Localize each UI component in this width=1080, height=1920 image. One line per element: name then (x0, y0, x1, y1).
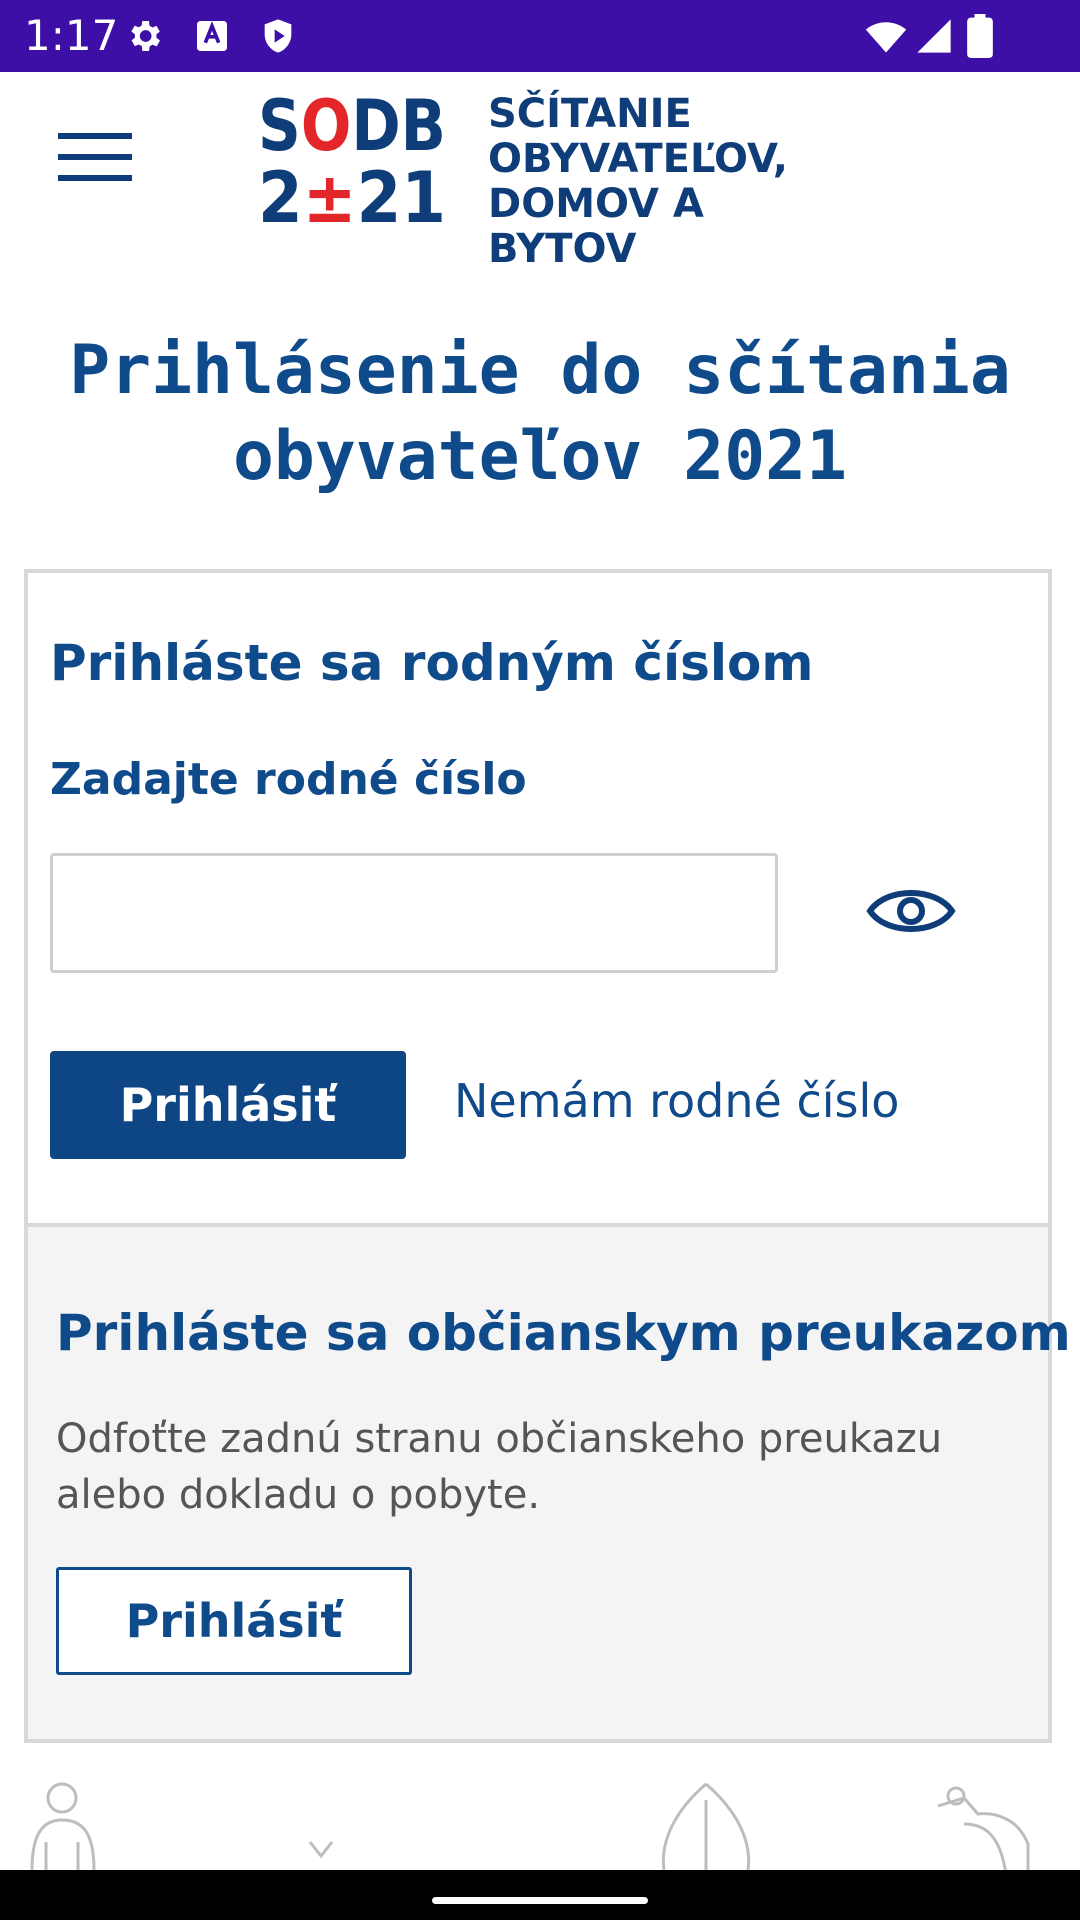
status-time: 1:17 (24, 11, 119, 60)
id-login-button[interactable]: Prihlásiť (56, 1567, 412, 1675)
battery-icon (967, 14, 993, 58)
id-login-heading: Prihláste sa občianskym preukazom (56, 1304, 1071, 1362)
svg-text:SODB: SODB (258, 90, 446, 167)
chevron-illustration (308, 1841, 334, 1859)
id-login-description: Odfoťte zadnú stranu občianskeho preukaz… (56, 1416, 943, 1518)
hamburger-menu-icon[interactable] (58, 133, 132, 181)
signal-icon (917, 19, 951, 53)
person-illustration (30, 1782, 96, 1870)
logo-text: SČÍTANIE OBYVATEĽOV, DOMOV A BYTOV (488, 91, 788, 272)
home-gesture-pill[interactable] (432, 1897, 648, 1904)
rc-login-section: Prihláste sa rodným číslom Zadajte rodné… (28, 573, 1048, 1227)
no-birth-number-link[interactable]: Nemám rodné číslo (454, 1071, 899, 1131)
rc-login-button[interactable]: Prihlásiť (50, 1051, 406, 1159)
page-title: Prihlásenie do sčítania obyvateľov 2021 (69, 331, 1011, 496)
rc-field-label: Zadajte rodné číslo (50, 754, 527, 805)
birth-number-input[interactable] (50, 853, 778, 973)
status-bar: 1:17 (0, 0, 1080, 72)
id-login-section: Prihláste sa občianskym preukazom Odfoťt… (28, 1227, 1071, 1739)
leaf-illustration (661, 1782, 751, 1870)
sodb-logo: SODB 2±21 (258, 90, 446, 230)
shield-play-icon (264, 19, 292, 53)
login-card: Prihláste sa rodným číslom Zadajte rodné… (24, 569, 1071, 1743)
figure-illustration (937, 1786, 1030, 1874)
text-a-icon (197, 21, 227, 51)
svg-text:2±21: 2±21 (258, 157, 446, 230)
rc-login-heading: Prihláste sa rodným číslom (50, 634, 814, 692)
system-nav-bar (0, 1870, 1080, 1920)
gear-icon (131, 21, 160, 51)
wifi-icon (865, 22, 907, 53)
eye-icon[interactable] (866, 881, 956, 941)
